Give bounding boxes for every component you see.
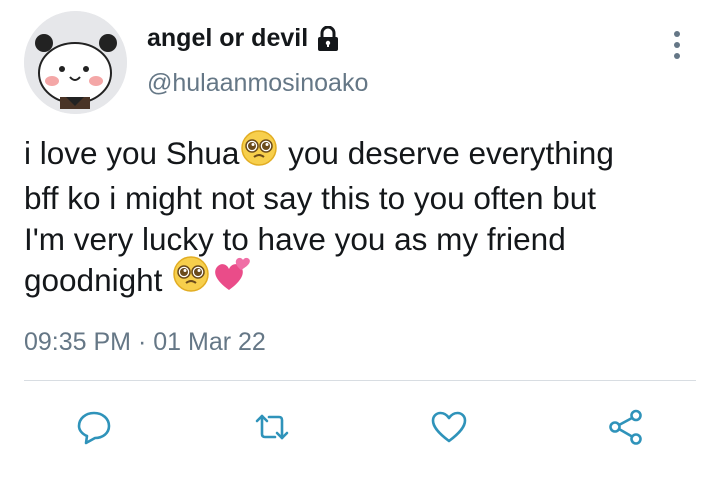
more-options-icon[interactable] (664, 28, 690, 62)
avatar[interactable] (24, 11, 127, 114)
divider (24, 380, 696, 381)
tweet-date[interactable]: 01 Mar 22 (153, 328, 266, 356)
tweet-line-1: i love you Shua you deserve everything (24, 129, 704, 178)
share-icon (609, 409, 642, 445)
retweet-icon (255, 414, 289, 440)
tweet-time[interactable]: 09:35 PM (24, 328, 131, 356)
tweet-text: i love you Shua you deserve everything b… (24, 129, 704, 305)
panda-avatar-icon (24, 11, 127, 114)
share-button[interactable] (606, 407, 646, 447)
retweet-button[interactable] (252, 407, 292, 447)
lock-icon (316, 25, 340, 52)
author-display-name: angel or devil (147, 24, 309, 52)
tweet-meta: 09:35 PM · 01 Mar 22 (24, 328, 266, 357)
reply-button[interactable] (74, 407, 114, 447)
author-handle[interactable]: @hulaanmosinoako (147, 69, 368, 98)
two-hearts-emoji-icon (211, 254, 251, 304)
meta-separator: · (137, 328, 147, 356)
pleading-face-emoji-icon (239, 128, 279, 178)
tweet-line-4: goodnight (24, 256, 704, 305)
tweet-line-2: bff ko i might not say this to you often… (24, 179, 596, 216)
reply-icon (77, 411, 111, 445)
pleading-face-emoji-icon (171, 254, 211, 304)
like-button[interactable] (429, 407, 469, 447)
author-display-name-row[interactable]: angel or devil (147, 24, 340, 53)
tweet-line-3: I'm very lucky to have you as my friend (24, 220, 566, 257)
heart-icon (431, 411, 467, 443)
